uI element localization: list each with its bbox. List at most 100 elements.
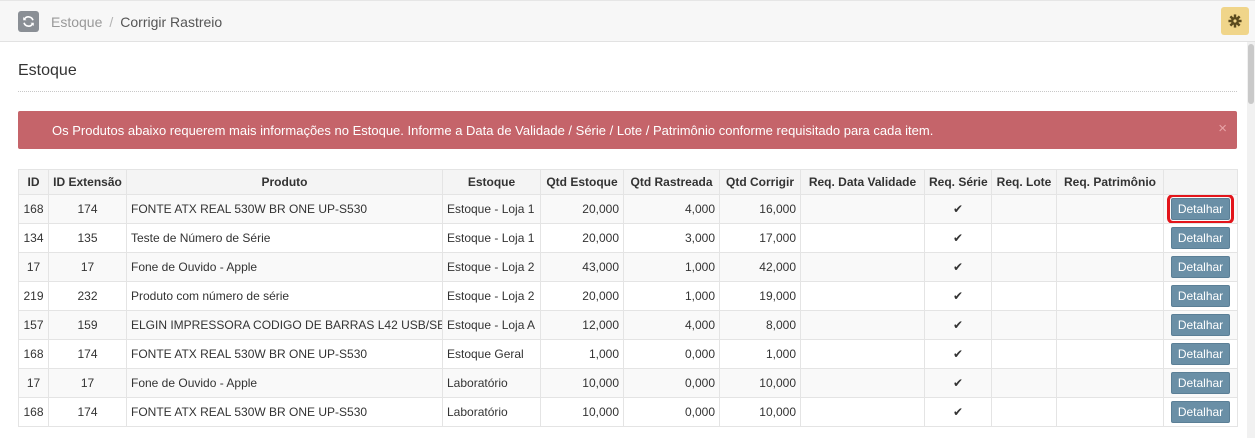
column-header-actions [1163,169,1238,195]
cell-req-data-validade [800,223,925,253]
cell-id: 134 [18,223,49,253]
checkmark-icon: ✔ [952,231,964,245]
cell-id: 157 [18,310,49,340]
breadcrumb-separator: / [109,14,114,30]
gear-icon [1228,14,1242,28]
settings-button[interactable] [1221,7,1249,35]
checkmark-icon: ✔ [952,405,964,419]
cell-qtd-corrigir: 42,000 [719,252,801,282]
table-row: 168 174 FONTE ATX REAL 530W BR ONE UP-S530… [18,194,1238,224]
detalhar-button[interactable]: Detalhar [1170,256,1231,278]
checkmark-icon: ✔ [952,376,964,390]
detalhar-button[interactable]: Detalhar [1170,401,1231,423]
refresh-button[interactable] [18,11,39,32]
cell-req-data-validade [800,194,925,224]
detalhar-button[interactable]: Detalhar [1170,227,1231,249]
cell-req-data-validade [800,281,925,311]
breadcrumb-item-estoque[interactable]: Estoque [51,14,102,30]
column-header-req-serie[interactable]: Req. Série [924,169,992,195]
cell-req-lote [991,310,1057,340]
cell-produto: FONTE ATX REAL 530W BR ONE UP-S530 [126,194,443,224]
page-title: Estoque [18,62,77,79]
cell-id-extensao: 135 [48,223,127,253]
cell-estoque: Estoque Geral [442,339,541,369]
cell-qtd-corrigir: 19,000 [719,281,801,311]
detalhar-button[interactable]: Detalhar [1166,195,1235,223]
cell-produto: FONTE ATX REAL 530W BR ONE UP-S530 [126,397,443,427]
cell-actions: Detalhar [1163,397,1238,427]
alert-message: Os Produtos abaixo requerem mais informa… [52,123,934,138]
cell-req-patrimonio [1056,368,1164,398]
cell-req-lote [991,368,1057,398]
cell-req-lote [991,339,1057,369]
cell-qtd-estoque: 1,000 [540,339,624,369]
cell-qtd-rastreada: 0,000 [623,397,720,427]
cell-actions: Detalhar [1163,281,1238,311]
cell-req-lote [991,223,1057,253]
detalhar-button[interactable]: Detalhar [1170,343,1231,365]
tracking-table: ID ID Extensão Produto Estoque Qtd Estoq… [18,169,1238,427]
cell-req-patrimonio [1056,252,1164,282]
cell-qtd-estoque: 43,000 [540,252,624,282]
table-row: 219 232 Produto com número de série Estoque… [18,281,1238,311]
table-row: 17 17 Fone de Ouvido - Apple Laboratório 10,… [18,368,1238,398]
cell-id-extensao: 17 [48,252,127,282]
checkmark-icon: ✔ [952,260,964,274]
cell-produto: FONTE ATX REAL 530W BR ONE UP-S530 [126,339,443,369]
cell-estoque: Estoque - Loja 1 [442,194,541,224]
cell-qtd-corrigir: 17,000 [719,223,801,253]
cell-actions: Detalhar [1163,252,1238,282]
cell-qtd-rastreada: 4,000 [623,194,720,224]
table-row: 17 17 Fone de Ouvido - Apple Estoque - Loja… [18,252,1238,282]
column-header-qtd-corrigir[interactable]: Qtd Corrigir [719,169,801,195]
table-row: 134 135 Teste de Número de Série Estoque - … [18,223,1238,253]
cell-id: 168 [18,397,49,427]
cell-produto: Fone de Ouvido - Apple [126,252,443,282]
breadcrumb: Estoque / Corrigir Rastreio [51,14,222,30]
cell-req-patrimonio [1056,194,1164,224]
cell-req-data-validade [800,339,925,369]
cell-produto: Produto com número de série [126,281,443,311]
close-icon[interactable]: × [1218,121,1227,136]
column-header-id-extensao[interactable]: ID Extensão [48,169,127,195]
cell-req-lote [991,281,1057,311]
column-header-produto[interactable]: Produto [126,169,443,195]
column-header-qtd-estoque[interactable]: Qtd Estoque [540,169,624,195]
checkmark-icon: ✔ [952,202,964,216]
cell-produto: Teste de Número de Série [126,223,443,253]
refresh-icon [23,16,34,27]
column-header-estoque[interactable]: Estoque [442,169,541,195]
table-body: 168 174 FONTE ATX REAL 530W BR ONE UP-S530… [18,194,1238,427]
cell-req-serie: ✔ [924,339,992,369]
column-header-req-lote[interactable]: Req. Lote [991,169,1057,195]
cell-id: 168 [18,339,49,369]
scrollbar-thumb[interactable] [1248,44,1254,104]
cell-req-data-validade [800,368,925,398]
cell-req-serie: ✔ [924,397,992,427]
cell-qtd-estoque: 20,000 [540,194,624,224]
vertical-scrollbar[interactable] [1247,42,1255,438]
cell-qtd-rastreada: 0,000 [623,339,720,369]
cell-req-data-validade [800,252,925,282]
column-header-req-patrimonio[interactable]: Req. Patrimônio [1056,169,1164,195]
cell-actions: Detalhar [1163,368,1238,398]
cell-qtd-rastreada: 1,000 [623,252,720,282]
cell-id-extensao: 232 [48,281,127,311]
cell-id-extensao: 174 [48,194,127,224]
cell-qtd-estoque: 20,000 [540,281,624,311]
cell-req-serie: ✔ [924,310,992,340]
cell-req-patrimonio [1056,310,1164,340]
column-header-qtd-rastreada[interactable]: Qtd Rastreada [623,169,720,195]
detalhar-button[interactable]: Detalhar [1170,372,1231,394]
detalhar-button[interactable]: Detalhar [1170,285,1231,307]
column-header-id[interactable]: ID [18,169,49,195]
table-row: 168 174 FONTE ATX REAL 530W BR ONE UP-S530… [18,397,1238,427]
cell-id-extensao: 159 [48,310,127,340]
cell-id-extensao: 174 [48,397,127,427]
cell-qtd-estoque: 20,000 [540,223,624,253]
detalhar-button[interactable]: Detalhar [1170,314,1231,336]
cell-qtd-corrigir: 10,000 [719,368,801,398]
cell-req-serie: ✔ [924,194,992,224]
column-header-req-data-validade[interactable]: Req. Data Validade [800,169,925,195]
cell-produto: ELGIN IMPRESSORA CODIGO DE BARRAS L42 US… [126,310,443,340]
